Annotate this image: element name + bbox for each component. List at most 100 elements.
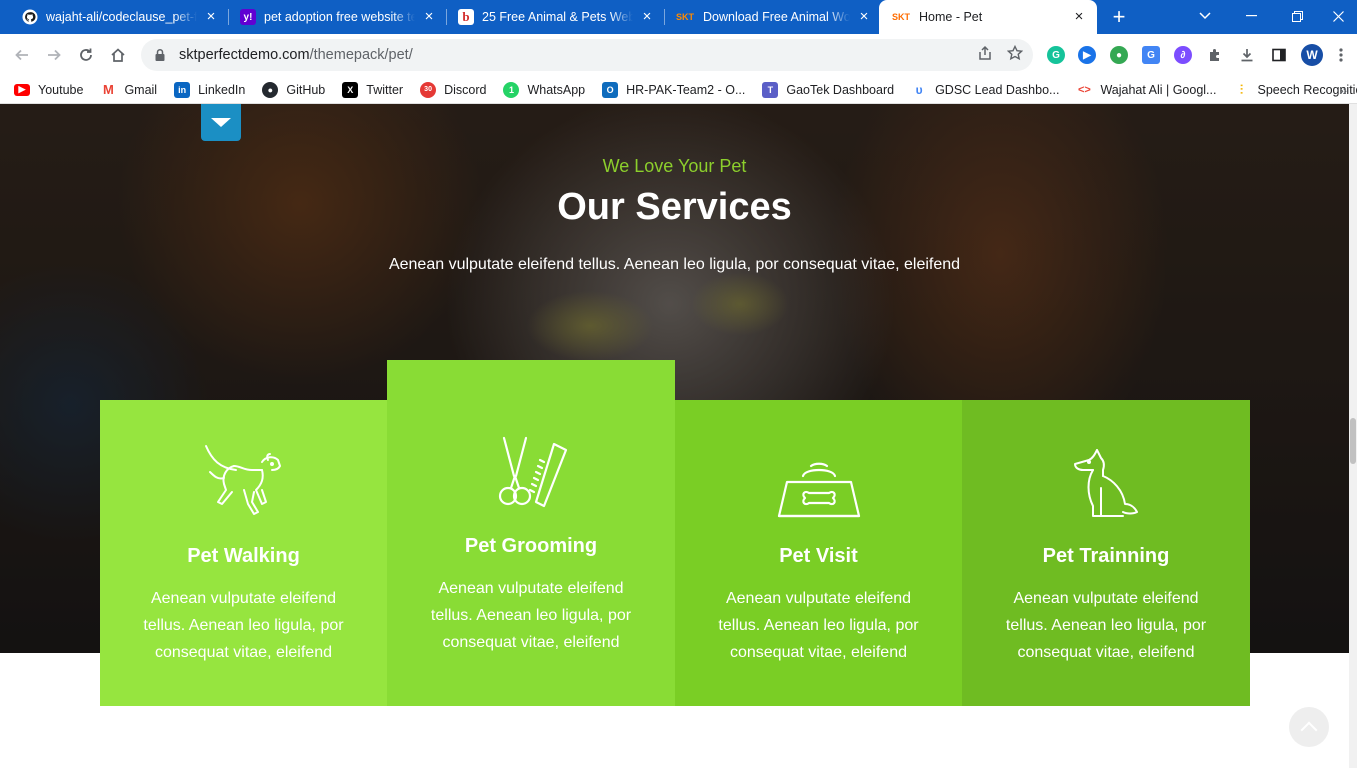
service-card-pet-grooming[interactable]: Pet Grooming Aenean vulputate eleifend t… (387, 360, 675, 706)
avatar-initial: W (1301, 44, 1323, 66)
minimize-button[interactable] (1228, 0, 1274, 32)
teams-icon: T (762, 81, 779, 98)
scissors-comb-icon (498, 436, 568, 508)
skt-icon: SKT (676, 12, 694, 22)
tab-search-icon[interactable] (1182, 0, 1228, 32)
close-window-button[interactable] (1320, 0, 1357, 32)
gmail-icon: M (100, 81, 117, 98)
bookmarks-bar: ▶ Youtube M Gmail in LinkedIn ● GitHub X… (0, 76, 1357, 104)
bookmark-gmail[interactable]: M Gmail (100, 81, 158, 98)
sitting-dog-icon (1074, 449, 1138, 517)
home-button[interactable] (102, 39, 134, 71)
service-card-pet-trainning[interactable]: Pet Trainning Aenean vulputate eleifend … (962, 400, 1250, 706)
tab-4[interactable]: SKT Download Free Animal WordPress × (663, 0, 882, 34)
bookmark-label: LinkedIn (198, 82, 246, 97)
github-icon (22, 9, 38, 25)
menu-toggle-button[interactable] (201, 104, 241, 141)
service-description: Aenean vulputate eleifend tellus. Aenean… (718, 590, 919, 661)
url-path: /themepack/pet/ (309, 47, 413, 63)
outlook-icon: O (602, 81, 619, 98)
service-title: Pet Grooming (464, 535, 598, 557)
section-subtitle: Aenean vulputate eleifend tellus. Aenean… (388, 256, 961, 273)
bone-bowl-icon (777, 462, 860, 518)
screencast-icon[interactable]: ▶ (1076, 44, 1098, 66)
close-tab-icon[interactable]: × (203, 9, 219, 25)
tab-5-active[interactable]: SKT Home - Pet × (879, 0, 1097, 34)
share-icon[interactable] (977, 45, 993, 65)
close-tab-icon[interactable]: × (856, 9, 872, 25)
close-tab-icon[interactable]: × (421, 9, 437, 25)
x-icon: X (342, 81, 359, 98)
gdsc-icon: υ (911, 81, 928, 98)
service-card-pet-walking[interactable]: Pet Walking Aenean vulputate eleifend te… (100, 400, 387, 706)
dog-walking-icon (204, 445, 281, 515)
page-scrollbar[interactable] (1349, 104, 1357, 768)
bookmark-linkedin[interactable]: in LinkedIn (174, 81, 246, 98)
bookmark-gaotek[interactable]: T GaoTek Dashboard (762, 81, 894, 98)
tab-2[interactable]: y! pet adoption free website template × (228, 0, 447, 34)
more-bookmarks-icon[interactable]: » (1339, 82, 1347, 98)
profile-avatar[interactable]: W (1300, 43, 1324, 67)
grammarly-icon[interactable]: G (1045, 44, 1067, 66)
services-grid: Pet Walking Aenean vulputate eleifend te… (100, 360, 1250, 706)
tab-title: Home - Pet (919, 10, 983, 24)
discord-icon: 30 (420, 81, 437, 98)
youtube-icon: ▶ (14, 83, 30, 96)
tab-1[interactable]: wajaht-ali/codeclause_pet-finder × (10, 0, 229, 34)
reload-button[interactable] (70, 39, 102, 71)
forward-button[interactable] (38, 39, 70, 71)
service-description: Aenean vulputate eleifend tellus. Aenean… (430, 580, 632, 651)
page-viewport: We Love Your Pet Our Services Aenean vul… (0, 104, 1357, 768)
bookmark-label: GDSC Lead Dashbo... (935, 82, 1060, 97)
section-title: Our Services (557, 186, 792, 228)
service-description: Aenean vulputate eleifend tellus. Aenean… (1005, 590, 1207, 661)
caret-down-icon (211, 118, 231, 127)
browser-toolbar: sktperfectdemo.com/themepack/pet/ G ▶ ● … (0, 34, 1357, 76)
extension-green-icon[interactable]: ● (1108, 44, 1130, 66)
restore-button[interactable] (1274, 0, 1320, 32)
download-icon[interactable] (1236, 44, 1258, 66)
bookmark-whatsapp[interactable]: 1 WhatsApp (503, 81, 586, 98)
translate-icon[interactable]: G (1140, 44, 1162, 66)
service-title: Pet Walking (187, 545, 300, 567)
url-text[interactable]: sktperfectdemo.com/themepack/pet/ (179, 47, 413, 63)
new-tab-button[interactable]: + (1099, 0, 1139, 34)
extension-purple-icon[interactable]: ∂ (1172, 44, 1194, 66)
bookmark-label: WhatsApp (527, 82, 586, 97)
bookmark-github[interactable]: ● GitHub (262, 81, 326, 98)
close-tab-icon[interactable]: × (1071, 9, 1087, 25)
back-button[interactable] (6, 39, 38, 71)
scrollbar-thumb[interactable] (1350, 418, 1356, 464)
bookmark-youtube[interactable]: ▶ Youtube (14, 83, 83, 97)
bookmark-gdsc[interactable]: υ GDSC Lead Dashbo... (911, 81, 1060, 98)
yahoo-icon: y! (240, 9, 256, 25)
b-icon: b (458, 9, 474, 25)
bookmark-label: Wajahat Ali | Googl... (1100, 82, 1217, 97)
bookmark-hr-pak[interactable]: O HR-PAK-Team2 - O... (602, 81, 745, 98)
lock-icon[interactable] (153, 48, 167, 62)
whatsapp-icon: 1 (503, 81, 520, 98)
bookmark-twitter[interactable]: X Twitter (342, 81, 404, 98)
tab-title: wajaht-ali/codeclause_pet-finder (46, 10, 197, 24)
google-dev-icon: <> (1076, 81, 1093, 98)
tab-3[interactable]: b 25 Free Animal & Pets Website Template… (446, 0, 665, 34)
menu-kebab-icon[interactable] (1334, 44, 1348, 66)
section-kicker: We Love Your Pet (602, 156, 747, 176)
extensions-puzzle-icon[interactable] (1204, 44, 1226, 66)
side-panel-icon[interactable] (1268, 44, 1290, 66)
bookmark-label: Twitter (366, 82, 404, 97)
close-tab-icon[interactable]: × (639, 9, 655, 25)
bookmark-label: GitHub (286, 82, 326, 97)
bookmark-label: Gmail (124, 82, 158, 97)
address-bar[interactable]: sktperfectdemo.com/themepack/pet/ (141, 39, 1033, 71)
bookmark-discord[interactable]: 30 Discord (420, 81, 487, 98)
back-to-top-button[interactable] (1289, 707, 1329, 747)
tab-title: 25 Free Animal & Pets Website Templates (482, 10, 633, 24)
chevron-up-icon (1300, 721, 1318, 739)
service-card-pet-visit[interactable]: Pet Visit Aenean vulputate eleifend tell… (675, 400, 962, 706)
bookmark-google-dev[interactable]: <> Wajahat Ali | Googl... (1076, 81, 1217, 98)
bookmark-label: Discord (444, 82, 487, 97)
bookmark-star-icon[interactable] (1006, 44, 1024, 65)
github-icon: ● (262, 81, 279, 98)
service-description: Aenean vulputate eleifend tellus. Aenean… (143, 590, 344, 661)
